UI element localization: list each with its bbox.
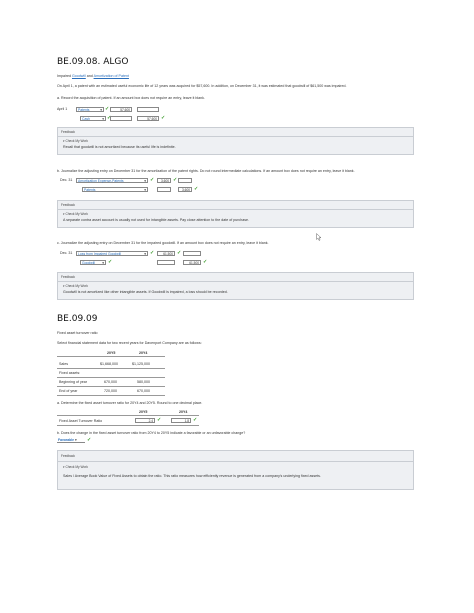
check-my-work[interactable]: ▾ Check My Work [63, 465, 88, 469]
debit-input[interactable]: 61,500 [157, 251, 175, 256]
divider [57, 356, 165, 357]
cell-value: $1,125,000 [132, 362, 150, 366]
account-select[interactable]: Goodwill ▾ [80, 260, 106, 265]
divider [57, 415, 199, 416]
feedback-title: Feedback [61, 275, 75, 279]
favorable-select[interactable]: Favorable ▾ [57, 438, 85, 443]
ratio-table: 20Y5 20Y4 Fixed Asset Turnover Ratio 2.4… [57, 409, 199, 429]
problem-intro: On April 1, a patent with an estimated u… [57, 84, 347, 88]
goodwill-link[interactable]: Goodwill [72, 74, 86, 78]
feedback-text: A separate contra asset account is usual… [63, 218, 249, 222]
feedback-text: Sales / Average Book Value of Fixed Asse… [63, 474, 321, 478]
mouse-pointer-icon [316, 233, 322, 241]
divider [58, 461, 413, 462]
amortization-link[interactable]: Amortization of Patent [94, 74, 129, 78]
account-select[interactable]: Patents ▾ [82, 187, 148, 192]
credit-input[interactable]: 57,600 [137, 116, 159, 121]
divider [57, 386, 165, 387]
check-icon: ✓ [150, 250, 155, 256]
divider [57, 395, 165, 396]
cell-value: $1,668,000 [100, 362, 118, 366]
divider [57, 377, 165, 378]
entry-date: Dec. 31 [60, 178, 73, 182]
column-header: 20Y4 [139, 351, 148, 355]
feedback-title: Feedback [61, 454, 75, 458]
entry-date: April 1 [57, 107, 68, 111]
account-select[interactable]: Amortization Expense-Patents ▾ [76, 178, 148, 183]
section-subtitle: Fixed asset turnover ratio [57, 331, 98, 335]
part-c-prompt: c. Journalize the adjusting entry on Dec… [57, 241, 269, 245]
check-icon: ✓ [108, 259, 113, 265]
check-icon: ✓ [203, 259, 208, 265]
part-a-prompt: a. Determine the fixed asset turnover ra… [57, 401, 203, 405]
ratio-input-20y5[interactable]: 2.4 [135, 418, 155, 423]
account-select[interactable]: Patents ▾ [76, 107, 104, 112]
ratio-input-20y4[interactable]: 1.8 [171, 418, 191, 423]
financial-data-table: 20Y5 20Y4 Sales $1,668,000 $1,125,000 Fi… [57, 350, 165, 398]
check-icon: ✓ [157, 417, 162, 423]
debit-input[interactable] [157, 187, 171, 192]
check-icon: ✓ [177, 250, 182, 256]
debit-input[interactable] [157, 260, 175, 265]
feedback-panel: Feedback ▾ Check My Work Goodwill is not… [57, 272, 414, 300]
row-label: Fixed assets: [59, 371, 81, 375]
check-my-work[interactable]: ▾ Check My Work [63, 284, 88, 288]
credit-input[interactable] [137, 107, 159, 112]
feedback-title: Feedback [61, 130, 75, 134]
cell-value: 580,000 [137, 380, 150, 384]
row-label: End of year [59, 389, 78, 393]
cell-value: 670,000 [104, 380, 117, 384]
feedback-panel: Feedback ▾ Check My Work Sales / Average… [57, 450, 414, 490]
part-a-prompt: a. Record the acquisition of patent. If … [57, 96, 205, 100]
part-b-prompt: b. Does the change in the fixed asset tu… [57, 431, 246, 435]
column-header: 20Y5 [107, 351, 116, 355]
problem-intro: Select financial statement data for two … [57, 341, 202, 345]
cell-value: 720,000 [104, 389, 117, 393]
debit-input[interactable] [110, 116, 132, 121]
check-icon: ✓ [87, 437, 92, 443]
credit-input[interactable]: 3,600 [178, 187, 192, 192]
feedback-panel: Feedback ▾ Check My Work Recall that goo… [57, 127, 414, 155]
part-b-prompt: b. Journalize the adjusting entry on Dec… [57, 169, 355, 173]
check-icon: ✓ [173, 177, 178, 183]
section-title: BE.09.09 [57, 314, 98, 324]
divider [58, 136, 413, 137]
subtitle-text: and [85, 74, 94, 78]
account-select[interactable]: Loss from Impaired Goodwill ▾ [76, 251, 148, 256]
row-label: Fixed Asset Turnover Ratio [59, 419, 103, 423]
debit-input[interactable]: 3,600 [157, 178, 171, 183]
feedback-panel: Feedback ▾ Check My Work A separate cont… [57, 200, 414, 228]
row-label: Sales [59, 362, 68, 366]
feedback-text: Recall that goodwill is not amortized be… [63, 145, 176, 149]
debit-input[interactable]: 57,600 [110, 107, 132, 112]
check-icon: ✓ [194, 186, 199, 192]
check-my-work[interactable]: ▾ Check My Work [63, 212, 88, 216]
row-label: Beginning of year [59, 380, 87, 384]
cell-value: 670,000 [137, 389, 150, 393]
check-my-work[interactable]: ▾ Check My Work [63, 139, 88, 143]
credit-input[interactable] [183, 251, 201, 256]
check-icon: ✓ [105, 106, 110, 112]
feedback-text: Goodwill is not amortized like other int… [63, 290, 228, 294]
divider [57, 425, 199, 426]
credit-input[interactable]: 61,500 [183, 260, 201, 265]
divider [58, 209, 413, 210]
check-icon: ✓ [161, 115, 166, 121]
credit-input[interactable] [178, 178, 192, 183]
check-icon: ✓ [193, 417, 198, 423]
entry-date: Dec. 31 [60, 251, 73, 255]
divider [58, 281, 413, 282]
subtitle-text: Impaired [57, 74, 72, 78]
feedback-title: Feedback [61, 203, 75, 207]
account-select[interactable]: Cash ▾ [80, 116, 106, 121]
section-title: BE.09.08. ALGO [57, 57, 129, 67]
divider [57, 368, 165, 369]
section-subtitle: Impaired Goodwill and Amortization of Pa… [57, 74, 129, 79]
check-icon: ✓ [150, 177, 155, 183]
